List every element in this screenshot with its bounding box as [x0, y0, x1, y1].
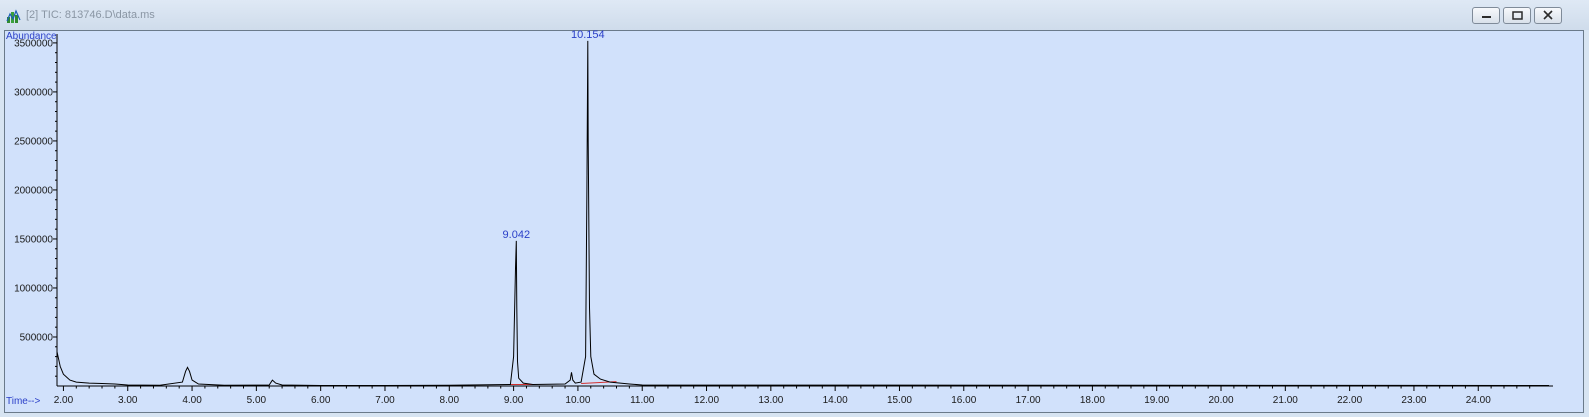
- x-tick-label: 24.00: [1466, 395, 1491, 406]
- y-tick-label: 1000000: [14, 283, 53, 294]
- x-tick-label: 12.00: [694, 395, 719, 406]
- x-tick-label: 14.00: [823, 395, 848, 406]
- x-tick-label: 5.00: [247, 395, 267, 406]
- x-tick-label: 6.00: [311, 395, 331, 406]
- y-tick-label: 3500000: [14, 38, 53, 49]
- x-tick-label: 7.00: [375, 395, 395, 406]
- x-tick-label: 16.00: [951, 395, 976, 406]
- x-tick-label: 10.00: [565, 395, 590, 406]
- y-tick-label: 3000000: [14, 87, 53, 98]
- x-tick-label: 17.00: [1016, 395, 1041, 406]
- x-tick-label: 20.00: [1209, 395, 1234, 406]
- x-tick-label: 4.00: [182, 395, 202, 406]
- y-tick-label: 2000000: [14, 185, 53, 196]
- y-tick-label: 500000: [20, 332, 54, 343]
- tic-chromatogram-chart: 500000 1000000 1500000 2000000 2500000 300000…: [14, 29, 1553, 406]
- x-tick-label: 8.00: [440, 395, 460, 406]
- y-tick-label: 1500000: [14, 234, 53, 245]
- peak-label: 10.154: [571, 29, 605, 41]
- x-tick-label: 22.00: [1337, 395, 1362, 406]
- tic-trace-line: [56, 40, 1550, 386]
- x-tick-label: 9.00: [504, 395, 524, 406]
- x-tick-label: 21.00: [1273, 395, 1298, 406]
- peak-label: 9.042: [503, 229, 531, 241]
- x-tick-label: 13.00: [758, 395, 783, 406]
- x-tick-label: 11.00: [630, 395, 655, 406]
- x-tick-label: 2.00: [54, 395, 74, 406]
- x-tick-label: 18.00: [1080, 395, 1105, 406]
- x-tick-label: 23.00: [1401, 395, 1426, 406]
- x-tick-label: 19.00: [1144, 395, 1169, 406]
- x-tick-label: 3.00: [118, 395, 138, 406]
- y-tick-label: 2500000: [14, 136, 53, 147]
- x-tick-label: 15.00: [887, 395, 912, 406]
